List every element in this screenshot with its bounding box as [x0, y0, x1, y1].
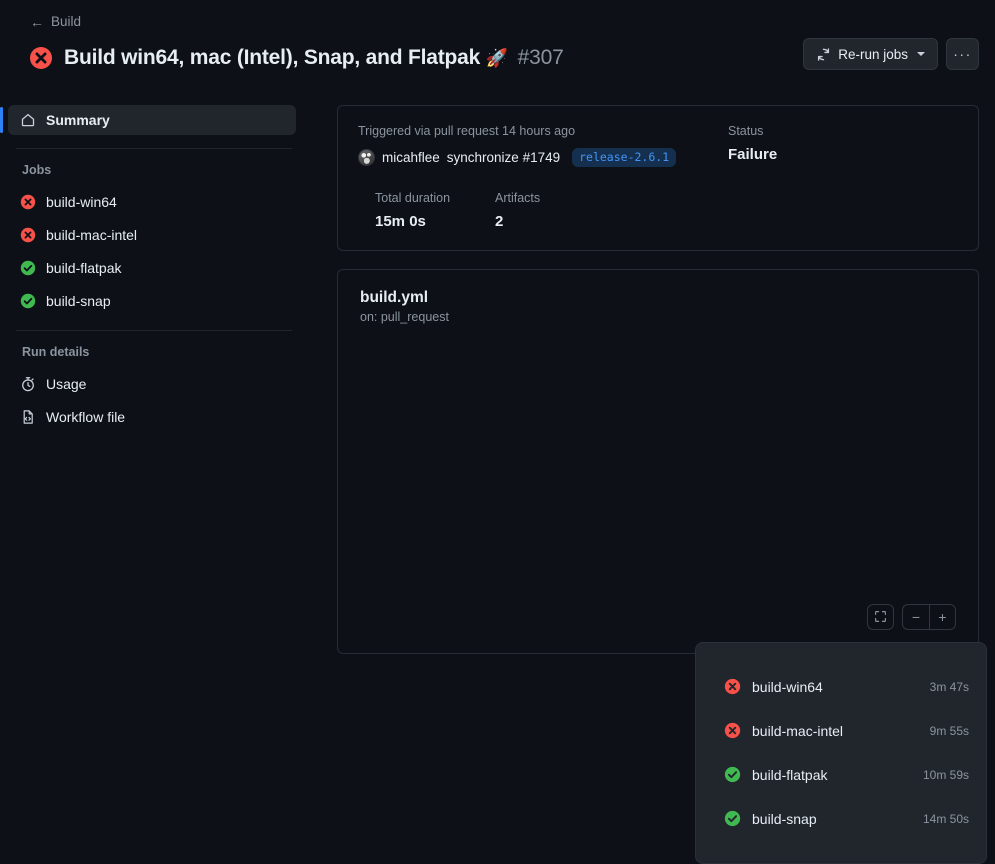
sidebar-job-label: build-mac-intel — [46, 227, 137, 243]
status-failure-icon — [20, 194, 36, 210]
page-header: ← Build Build win64, mac (Intel), Snap, … — [0, 0, 995, 88]
zoom-out-button[interactable]: − — [902, 604, 929, 630]
sidebar-item-build-win64[interactable]: build-win64 — [8, 185, 296, 218]
sidebar: Summary Jobs build-win64 build-mac-intel… — [0, 88, 310, 433]
sidebar-item-build-mac-intel[interactable]: build-mac-intel — [8, 218, 296, 251]
arrow-left-icon: ← — [30, 15, 44, 29]
sidebar-item-summary-label: Summary — [46, 112, 110, 128]
graph-node-duration: 14m 50s — [923, 812, 969, 826]
actor-name[interactable]: micahflee — [382, 150, 440, 165]
back-link-label: Build — [51, 15, 81, 29]
sync-icon — [816, 47, 831, 62]
summary-stats-row: Total duration 15m 0s Artifacts 2 — [358, 189, 958, 230]
sidebar-item-build-snap[interactable]: build-snap — [8, 284, 296, 317]
workflow-graph-card: build.yml on: pull_request build-win64 3… — [337, 269, 979, 654]
workflow-trigger-event: on: pull_request — [360, 310, 958, 324]
status-success-icon — [20, 260, 36, 276]
triggered-text: Triggered via pull request 14 hours ago — [358, 122, 728, 141]
kebab-icon: ··· — [953, 46, 972, 62]
chevron-down-icon — [917, 52, 925, 56]
graph-node-duration: 10m 59s — [923, 768, 969, 782]
sidebar-divider-1 — [16, 148, 292, 149]
re-run-jobs-label: Re-run jobs — [838, 47, 908, 62]
page-body: Summary Jobs build-win64 build-mac-intel… — [0, 88, 995, 665]
graph-node-label: build-win64 — [752, 679, 930, 695]
zoom-controls: − + — [902, 604, 956, 630]
summary-top-row: Triggered via pull request 14 hours ago … — [358, 122, 958, 167]
status-value: Failure — [728, 146, 958, 163]
re-run-jobs-button[interactable]: Re-run jobs — [803, 38, 938, 70]
fit-to-screen-button[interactable] — [867, 604, 894, 630]
run-summary-card: Triggered via pull request 14 hours ago … — [337, 105, 979, 251]
status-failure-icon — [724, 722, 741, 739]
avatar — [358, 149, 375, 166]
workflow-job-group: build-win64 3m 47s build-mac-intel 9m 55… — [695, 642, 987, 864]
sidebar-heading-run-details: Run details — [22, 345, 296, 359]
status-label: Status — [728, 122, 958, 141]
main-content: Triggered via pull request 14 hours ago … — [310, 88, 995, 654]
sidebar-item-usage[interactable]: Usage — [8, 367, 296, 400]
status-failure-icon — [724, 678, 741, 695]
graph-node-build-mac-intel[interactable]: build-mac-intel 9m 55s — [696, 709, 986, 753]
sidebar-job-label: build-win64 — [46, 194, 117, 210]
sidebar-divider-2 — [16, 330, 292, 331]
graph-node-build-snap[interactable]: build-snap 14m 50s — [696, 797, 986, 841]
branch-badge[interactable]: release-2.6.1 — [572, 148, 676, 167]
header-actions: Re-run jobs ··· — [803, 38, 979, 70]
sidebar-run-detail-label: Usage — [46, 376, 86, 392]
graph-node-label: build-snap — [752, 811, 923, 827]
zoom-in-button[interactable]: + — [929, 604, 956, 630]
graph-controls: − + — [867, 604, 956, 630]
home-icon — [20, 112, 36, 128]
sidebar-item-workflow-file[interactable]: Workflow file — [8, 400, 296, 433]
graph-node-label: build-mac-intel — [752, 723, 930, 739]
overflow-menu-button[interactable]: ··· — [946, 38, 979, 70]
status-failure-icon — [20, 227, 36, 243]
total-duration-value: 15m 0s — [375, 213, 495, 230]
minus-icon: − — [912, 609, 920, 625]
sidebar-run-detail-label: Workflow file — [46, 409, 125, 425]
event-text[interactable]: synchronize #1749 — [447, 150, 560, 165]
sidebar-job-label: build-flatpak — [46, 260, 122, 276]
artifacts-value[interactable]: 2 — [495, 213, 540, 230]
graph-node-duration: 9m 55s — [930, 724, 969, 738]
rocket-icon: 🚀 — [486, 48, 508, 68]
summary-status-block: Status Failure — [728, 122, 958, 167]
graph-node-duration: 3m 47s — [930, 680, 969, 694]
page-title: Build win64, mac (Intel), Snap, and Flat… — [64, 46, 564, 70]
run-status-failure-icon — [30, 47, 52, 69]
run-number: #307 — [518, 46, 564, 69]
status-success-icon — [724, 810, 741, 827]
status-success-icon — [724, 766, 741, 783]
total-duration-label: Total duration — [375, 189, 495, 208]
sidebar-heading-jobs: Jobs — [22, 163, 296, 177]
status-success-icon — [20, 293, 36, 309]
sidebar-job-label: build-snap — [46, 293, 111, 309]
stopwatch-icon — [20, 376, 36, 392]
sidebar-item-summary[interactable]: Summary — [8, 105, 296, 135]
workflow-file-name: build.yml — [360, 289, 958, 307]
artifacts-label: Artifacts — [495, 189, 540, 208]
trigger-actor-row: micahflee synchronize #1749 release-2.6.… — [358, 148, 728, 167]
sidebar-item-build-flatpak[interactable]: build-flatpak — [8, 251, 296, 284]
plus-icon: + — [938, 609, 946, 625]
graph-node-label: build-flatpak — [752, 767, 923, 783]
back-to-build-link[interactable]: ← Build — [30, 15, 81, 29]
file-code-icon — [20, 409, 36, 425]
summary-trigger-block: Triggered via pull request 14 hours ago … — [358, 122, 728, 167]
artifacts-stat: Artifacts 2 — [495, 189, 540, 230]
graph-node-build-win64[interactable]: build-win64 3m 47s — [696, 665, 986, 709]
fit-screen-icon — [874, 610, 887, 623]
total-duration-stat: Total duration 15m 0s — [375, 189, 495, 230]
run-title-text: Build win64, mac (Intel), Snap, and Flat… — [64, 46, 480, 69]
graph-node-build-flatpak[interactable]: build-flatpak 10m 59s — [696, 753, 986, 797]
